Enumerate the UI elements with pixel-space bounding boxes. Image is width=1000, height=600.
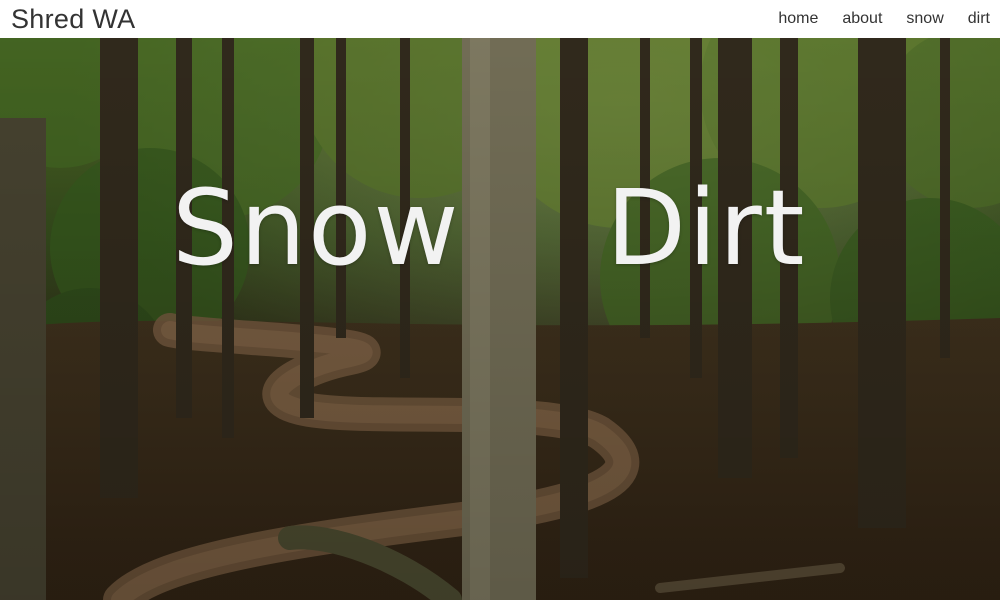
main-nav: home about snow dirt [754,0,990,38]
nav-link-snow[interactable]: snow [906,0,943,38]
nav-link-about[interactable]: about [842,0,882,38]
top-navbar: Shred WA home about snow dirt [0,0,1000,38]
nav-link-home[interactable]: home [778,0,818,38]
forest-trail-photo [0,38,1000,600]
brand-link[interactable]: Shred WA [11,0,135,38]
nav-link-dirt[interactable]: dirt [968,0,990,38]
hero-section: Snow Dirt [0,38,1000,600]
